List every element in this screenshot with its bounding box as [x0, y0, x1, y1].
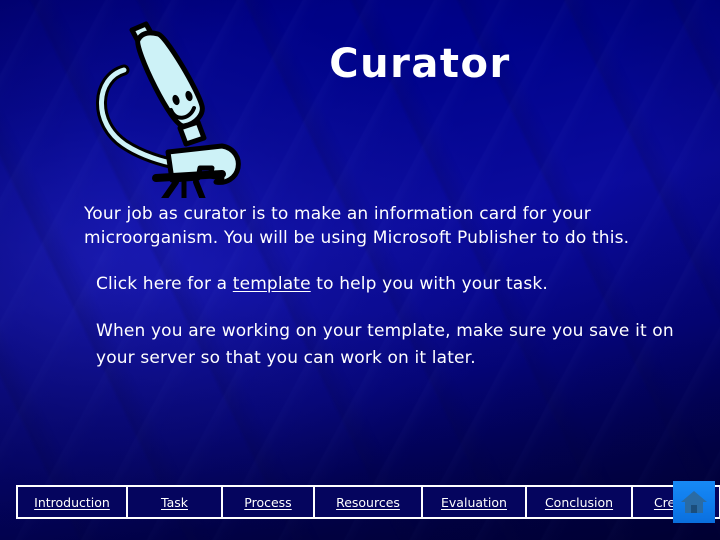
paragraph-job-description: Your job as curator is to make an inform… [84, 204, 630, 248]
template-text-before: Click here for a [96, 274, 233, 294]
nav-item-evaluation[interactable]: Evaluation [423, 487, 527, 517]
nav-item-introduction[interactable]: Introduction [18, 487, 128, 517]
nav-label-resources: Resources [336, 494, 400, 510]
nav-label-conclusion: Conclusion [544, 494, 614, 510]
nav-label-introduction: Introduction [34, 494, 110, 510]
page-title: Curator [329, 41, 511, 87]
bottom-navigation: Introduction Task Process Resources Eval… [16, 485, 720, 519]
nav-label-evaluation: Evaluation [441, 494, 507, 510]
nav-item-task[interactable]: Task [128, 487, 223, 517]
nav-label-process: Process [244, 494, 292, 510]
nav-item-resources[interactable]: Resources [315, 487, 423, 517]
template-text-after: to help you with your task. [310, 274, 548, 294]
nav-item-conclusion[interactable]: Conclusion [527, 487, 633, 517]
body-content: Your job as curator is to make an inform… [84, 202, 702, 372]
slide-canvas: Curator Your job as curator is to make a… [0, 0, 720, 540]
template-link[interactable]: template [233, 274, 311, 294]
nav-item-process[interactable]: Process [223, 487, 315, 517]
home-button[interactable] [673, 481, 715, 523]
paragraph-save-instructions: When you are working on your template, m… [96, 321, 674, 368]
home-icon [680, 489, 708, 515]
nav-label-task: Task [161, 494, 188, 510]
paragraph-template-link: Click here for a template to help you wi… [84, 272, 702, 296]
